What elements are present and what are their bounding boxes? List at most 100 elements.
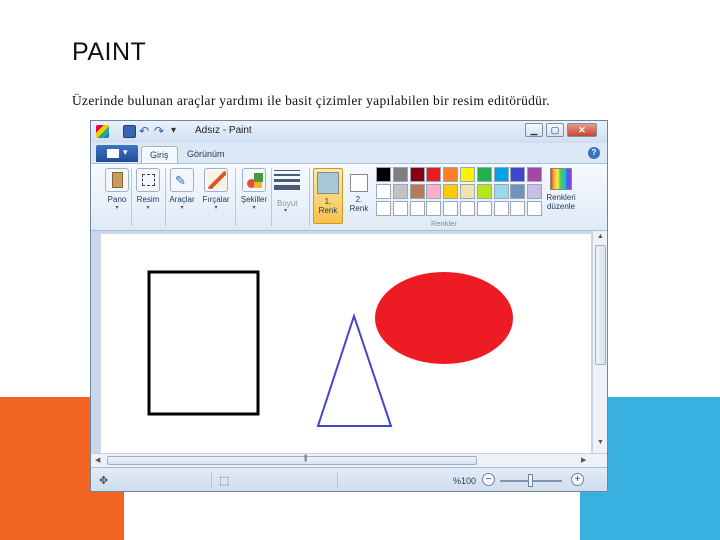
scroll-right-icon[interactable]: ▶ xyxy=(581,456,586,464)
scroll-up-icon[interactable]: ▲ xyxy=(597,233,604,240)
shapes-label: Şekiller xyxy=(240,195,268,204)
redo-icon[interactable]: ↷ xyxy=(154,125,167,138)
drawn-rectangle xyxy=(147,270,260,416)
chevron-down-icon: ▾ xyxy=(252,205,256,211)
zoom-slider-thumb[interactable] xyxy=(528,474,533,487)
palette-swatch[interactable] xyxy=(493,167,509,182)
save-icon[interactable] xyxy=(123,125,136,138)
palette-swatch[interactable] xyxy=(426,184,442,199)
palette-swatch[interactable] xyxy=(376,167,391,182)
vertical-scrollbar[interactable]: ▲ ▼ xyxy=(592,231,607,453)
tools-label: Araçlar xyxy=(169,195,195,204)
color-spectrum-icon xyxy=(550,168,572,190)
palette-swatch[interactable] xyxy=(376,184,391,199)
pencil-icon: ✎ xyxy=(170,168,194,192)
brushes-label: Fırçalar xyxy=(202,195,230,204)
palette-swatch[interactable] xyxy=(476,184,492,199)
ribbon-tab-bar: ▾ Giriş Görünüm ? xyxy=(91,143,607,163)
palette-swatch[interactable] xyxy=(409,167,425,182)
image-label: Resim xyxy=(136,195,160,204)
color-2-number: 2. xyxy=(355,195,363,204)
paint-window: ↶ ↷ ▾ Adsız - Paint ▁ ▢ ✕ ▾ Giriş Görünü… xyxy=(90,120,608,492)
palette-swatch[interactable] xyxy=(392,184,408,199)
status-bar: ✥ ⬚ %100 − + xyxy=(91,467,607,491)
zoom-out-button[interactable]: − xyxy=(482,473,495,486)
maximize-button[interactable]: ▢ xyxy=(546,123,564,137)
title-bar: ↶ ↷ ▾ Adsız - Paint ▁ ▢ ✕ xyxy=(91,121,607,143)
undo-icon[interactable]: ↶ xyxy=(139,125,152,138)
palette-swatch[interactable] xyxy=(493,184,509,199)
minimize-button[interactable]: ▁ xyxy=(525,123,543,137)
scroll-grip-icon: ||| xyxy=(304,455,308,462)
chevron-down-icon: ▾ xyxy=(284,208,288,214)
palette-swatch[interactable] xyxy=(392,201,408,216)
color-1-button[interactable]: 1. Renk xyxy=(313,168,343,224)
zoom-level: %100 xyxy=(453,476,477,486)
horizontal-scrollbar[interactable]: ◀ ||| ▶ xyxy=(91,453,607,467)
tab-home[interactable]: Giriş xyxy=(141,146,178,163)
shapes-icon xyxy=(242,168,266,192)
chevron-down-icon: ▾ xyxy=(123,147,128,157)
palette-swatch[interactable] xyxy=(476,167,492,182)
slide-body-text: Üzerinde bulunan araçlar yardımı ile bas… xyxy=(72,93,550,108)
palette-swatch[interactable] xyxy=(426,201,442,216)
horizontal-scroll-thumb[interactable]: ||| xyxy=(107,455,477,465)
image-group[interactable]: Resim ▾ xyxy=(132,168,164,211)
color-1-number: 1. xyxy=(324,197,332,206)
edit-colors-button[interactable]: Renkleri düzenle xyxy=(543,168,579,211)
chevron-down-icon: ▾ xyxy=(214,205,218,211)
color-1-label: Renk xyxy=(318,206,338,215)
scroll-left-icon[interactable]: ◀ xyxy=(95,456,100,464)
palette-swatch[interactable] xyxy=(443,201,459,216)
brushes-group[interactable]: Fırçalar ▾ xyxy=(199,168,233,211)
palette-swatch[interactable] xyxy=(376,201,391,216)
drawing-svg xyxy=(147,270,513,427)
palette-swatch[interactable] xyxy=(510,201,526,216)
ribbon-divider xyxy=(235,168,236,226)
color-2-button[interactable]: 2. Renk xyxy=(344,168,374,224)
close-button[interactable]: ✕ xyxy=(567,123,597,137)
cursor-position-icon: ✥ xyxy=(99,475,109,487)
palette-swatch[interactable] xyxy=(527,184,543,199)
edit-colors-label-1: Renkleri xyxy=(546,193,576,202)
quick-access-dropdown-icon[interactable]: ▾ xyxy=(171,125,184,138)
vertical-scroll-thumb[interactable] xyxy=(595,245,606,365)
palette-swatch[interactable] xyxy=(510,167,526,182)
palette-swatch[interactable] xyxy=(527,201,543,216)
shapes-group[interactable]: Şekiller ▾ xyxy=(237,168,271,211)
palette-swatch[interactable] xyxy=(426,167,442,182)
color-2-label: Renk xyxy=(349,204,369,213)
palette-swatch[interactable] xyxy=(443,167,459,182)
palette-swatch[interactable] xyxy=(493,201,509,216)
palette-swatch[interactable] xyxy=(392,167,408,182)
tab-view[interactable]: Görünüm xyxy=(179,146,233,163)
palette-swatch[interactable] xyxy=(476,201,492,216)
palette-swatch[interactable] xyxy=(460,201,475,216)
status-divider xyxy=(337,472,338,488)
chevron-down-icon: ▾ xyxy=(180,205,184,211)
size-icon[interactable] xyxy=(274,170,300,193)
drawing-canvas[interactable] xyxy=(101,234,591,453)
window-title: Adsız - Paint xyxy=(195,125,252,136)
paint-app-icon[interactable] xyxy=(96,125,109,138)
palette-swatch[interactable] xyxy=(527,167,543,182)
slide-title: PAINT xyxy=(72,38,147,66)
selection-size-icon: ⬚ xyxy=(219,475,230,487)
palette-swatch[interactable] xyxy=(460,184,475,199)
zoom-in-button[interactable]: + xyxy=(571,473,584,486)
palette-swatch[interactable] xyxy=(460,167,475,182)
palette-swatch[interactable] xyxy=(409,184,425,199)
palette-swatch[interactable] xyxy=(443,184,459,199)
scroll-down-icon[interactable]: ▼ xyxy=(597,439,604,446)
tools-group[interactable]: ✎ Araçlar ▾ xyxy=(166,168,198,211)
canvas-workspace xyxy=(91,231,601,453)
menu-icon xyxy=(107,149,119,158)
paint-menu-button[interactable]: ▾ xyxy=(96,145,138,162)
ribbon-divider xyxy=(309,168,310,226)
ribbon: Pano ▾ Resim ▾ ✎ Araçlar ▾ Fırçalar ▾ Şe… xyxy=(91,163,607,231)
palette-swatch[interactable] xyxy=(409,201,425,216)
help-icon[interactable]: ? xyxy=(588,147,600,159)
palette-swatch[interactable] xyxy=(510,184,526,199)
edit-colors-label-2: düzenle xyxy=(546,202,576,211)
ribbon-divider xyxy=(271,168,272,226)
